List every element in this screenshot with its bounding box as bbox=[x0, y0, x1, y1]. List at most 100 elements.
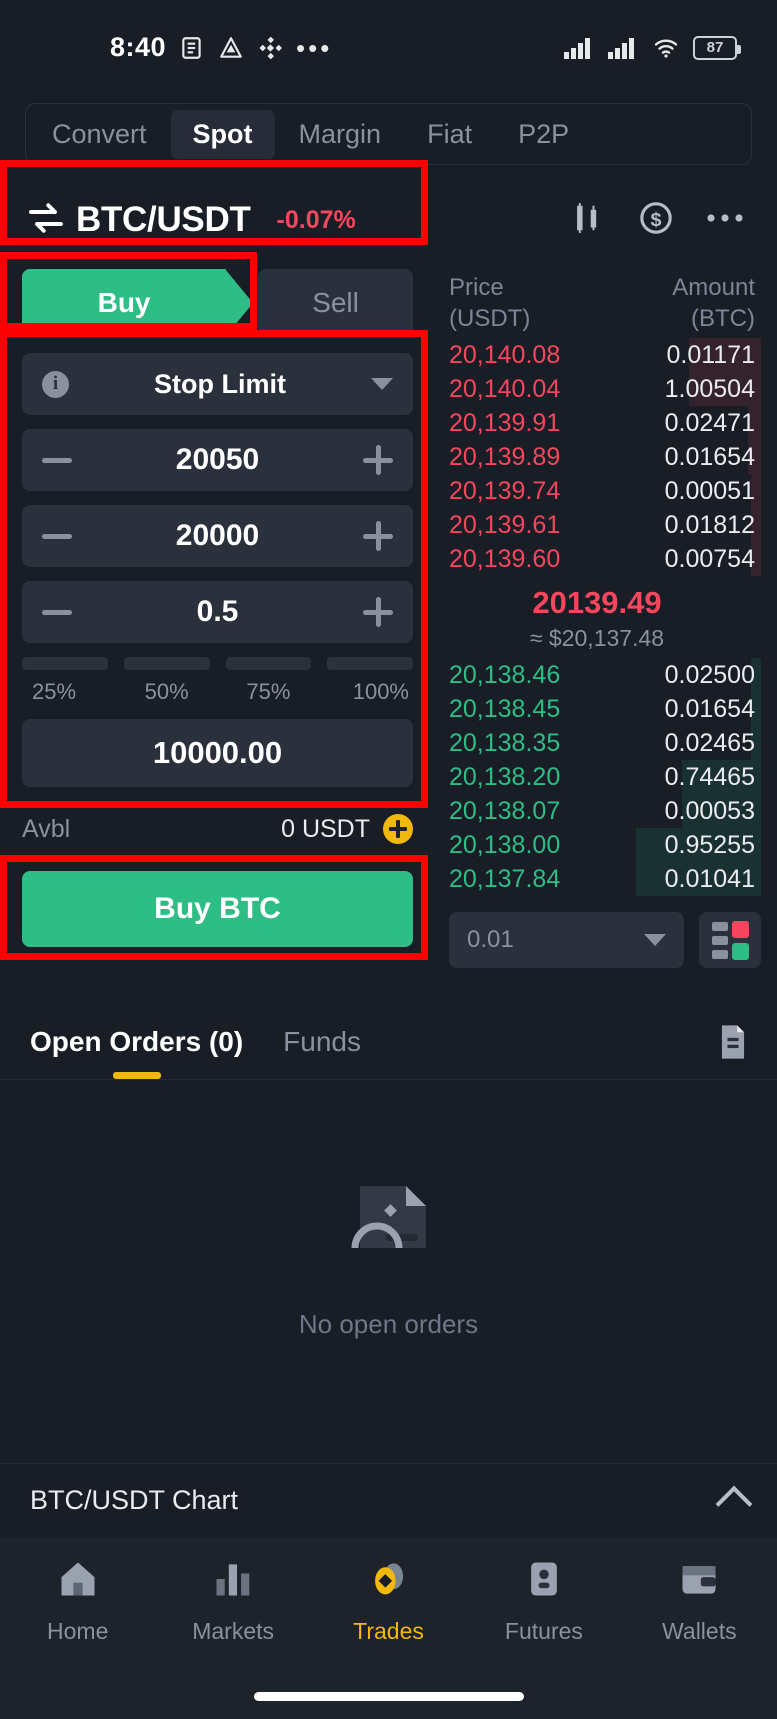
nav-label-futures: Futures bbox=[504, 1618, 583, 1644]
stop-price-minus-button[interactable] bbox=[42, 457, 72, 463]
table-row[interactable]: 20,139.91 0.02471 bbox=[433, 406, 761, 441]
buy-tab[interactable]: Buy bbox=[22, 269, 254, 337]
order-book-view-icon[interactable] bbox=[699, 912, 761, 969]
table-row[interactable]: 20,138.45 0.01654 bbox=[433, 692, 761, 727]
tab-spot[interactable]: Spot bbox=[170, 109, 275, 159]
table-row[interactable]: 20,139.60 0.00754 bbox=[433, 542, 761, 577]
ask-amount: 0.01171 bbox=[666, 340, 755, 369]
table-row[interactable]: 20,137.84 0.01041 bbox=[433, 862, 761, 897]
buy-btc-button[interactable]: Buy BTC bbox=[22, 871, 413, 947]
chart-expander[interactable]: BTC/USDT Chart bbox=[0, 1463, 777, 1537]
depth-toggle-bars bbox=[711, 921, 728, 959]
percent-25-track bbox=[22, 657, 108, 670]
tab-funds[interactable]: Funds bbox=[283, 1004, 361, 1079]
battery-level: 87 bbox=[706, 39, 724, 56]
swap-icon[interactable] bbox=[28, 202, 64, 238]
limit-price-input[interactable]: 20000 bbox=[22, 505, 413, 567]
limit-price-minus-button[interactable] bbox=[42, 533, 72, 539]
nav-item-futures[interactable]: Futures bbox=[466, 1557, 621, 1645]
table-row[interactable]: 20,139.89 0.01654 bbox=[433, 440, 761, 475]
order-type-label: Stop Limit bbox=[154, 368, 286, 399]
bid-amount: 0.02465 bbox=[664, 728, 755, 757]
table-row[interactable]: 20,139.61 0.01812 bbox=[433, 508, 761, 543]
bid-rows: 20,138.46 0.02500 20,138.45 0.01654 20,138… bbox=[433, 658, 761, 897]
bid-amount: 0.95255 bbox=[664, 830, 755, 859]
bid-price: 20,137.84 bbox=[449, 864, 561, 893]
table-row[interactable]: 20,140.08 0.01171 bbox=[433, 338, 761, 373]
bid-price: 20,138.20 bbox=[449, 762, 561, 791]
dollar-icon[interactable]: $ bbox=[639, 201, 673, 240]
table-row[interactable]: 20,138.07 0.00053 bbox=[433, 794, 761, 829]
decimal-precision-select[interactable]: 0.01 bbox=[449, 912, 684, 969]
more-options-icon[interactable] bbox=[707, 211, 743, 229]
pair-selector[interactable]: BTC/USDT -0.07% bbox=[28, 200, 356, 240]
chevron-down-icon[interactable] bbox=[644, 934, 666, 947]
bid-price: 20,138.35 bbox=[449, 728, 561, 757]
wallet-icon bbox=[677, 1557, 721, 1606]
status-bar-left: 8:40 ••• bbox=[110, 32, 332, 63]
signal-2-icon bbox=[607, 36, 639, 60]
ask-price: 20,140.08 bbox=[449, 340, 561, 369]
amount-minus-button[interactable] bbox=[42, 609, 72, 615]
nav-item-markets[interactable]: Markets bbox=[155, 1557, 310, 1645]
percent-75-button[interactable]: 75% bbox=[225, 657, 312, 705]
bid-amount: 0.01041 bbox=[664, 864, 755, 893]
table-row[interactable]: 20,138.35 0.02465 bbox=[433, 726, 761, 761]
battery-icon: 87 bbox=[693, 35, 741, 60]
nav-item-home[interactable]: Home bbox=[0, 1557, 155, 1645]
order-inputs: i Stop Limit 20050 20000 0.5 25% 50% 75%… bbox=[22, 353, 413, 787]
ask-amount: 0.02471 bbox=[664, 408, 755, 437]
no-orders-icon bbox=[334, 1186, 444, 1268]
order-book-price-unit: (USDT) bbox=[449, 304, 531, 332]
order-form-panel: Buy Sell i Stop Limit 20050 20000 0.5 25… bbox=[0, 259, 433, 968]
amount-input[interactable]: 0.5 bbox=[22, 581, 413, 643]
available-label: Avbl bbox=[22, 814, 71, 843]
signal-1-icon bbox=[563, 36, 595, 60]
order-book-price-label: Price bbox=[449, 274, 504, 301]
percent-25-button[interactable]: 25% bbox=[22, 657, 108, 705]
percent-75-track bbox=[225, 657, 312, 670]
tab-margin[interactable]: Margin bbox=[277, 110, 404, 159]
tab-fiat[interactable]: Fiat bbox=[405, 110, 494, 159]
pair-name: BTC/USDT bbox=[76, 200, 251, 239]
tab-convert[interactable]: Convert bbox=[30, 110, 169, 159]
chevron-down-icon[interactable] bbox=[371, 378, 393, 390]
add-funds-icon[interactable] bbox=[383, 814, 413, 844]
order-type-selector[interactable]: i Stop Limit bbox=[22, 353, 413, 415]
stop-price-input[interactable]: 20050 bbox=[22, 429, 413, 491]
mid-price-box[interactable]: 20139.49 ≈ $20,137.48 bbox=[433, 576, 761, 658]
ask-amount: 0.01654 bbox=[664, 442, 755, 471]
chevron-up-icon[interactable] bbox=[715, 1485, 753, 1522]
nav-item-trades[interactable]: Trades bbox=[311, 1557, 466, 1645]
sell-tab[interactable]: Sell bbox=[258, 269, 413, 337]
order-history-icon[interactable] bbox=[719, 1024, 747, 1060]
order-book-amount-unit: (BTC) bbox=[691, 304, 755, 332]
total-input[interactable]: 10000.00 bbox=[22, 719, 413, 787]
amount-value: 0.5 bbox=[196, 595, 239, 628]
amount-plus-button[interactable] bbox=[363, 597, 393, 627]
table-row[interactable]: 20,140.04 1.00504 bbox=[433, 372, 761, 407]
ask-amount: 0.01812 bbox=[664, 510, 755, 539]
nav-item-wallets[interactable]: Wallets bbox=[622, 1557, 777, 1645]
candlestick-chart-icon[interactable] bbox=[571, 202, 605, 238]
tab-p2p[interactable]: P2P bbox=[496, 110, 591, 159]
ask-rows: 20,140.08 0.01171 20,140.04 1.00504 20,139… bbox=[433, 338, 761, 577]
stop-price-plus-button[interactable] bbox=[363, 445, 393, 475]
info-icon[interactable]: i bbox=[42, 370, 69, 398]
notes-icon bbox=[179, 35, 205, 61]
percent-50-label: 50% bbox=[144, 679, 189, 704]
futures-icon bbox=[522, 1557, 566, 1606]
table-row[interactable]: 20,138.20 0.74465 bbox=[433, 760, 761, 795]
percent-50-button[interactable]: 50% bbox=[123, 657, 210, 705]
ask-price: 20,139.61 bbox=[449, 510, 561, 539]
table-row[interactable]: 20,139.74 0.00051 bbox=[433, 474, 761, 509]
table-row[interactable]: 20,138.46 0.02500 bbox=[433, 658, 761, 693]
limit-price-plus-button[interactable] bbox=[363, 521, 393, 551]
table-row[interactable]: 20,138.00 0.95255 bbox=[433, 828, 761, 863]
ask-amount: 0.00754 bbox=[664, 544, 755, 573]
status-time: 8:40 bbox=[110, 32, 167, 62]
percent-100-button[interactable]: 100% bbox=[327, 657, 413, 705]
tab-open-orders[interactable]: Open Orders (0) bbox=[30, 1004, 243, 1079]
markets-bars-icon bbox=[211, 1557, 255, 1606]
bid-price: 20,138.45 bbox=[449, 694, 561, 723]
